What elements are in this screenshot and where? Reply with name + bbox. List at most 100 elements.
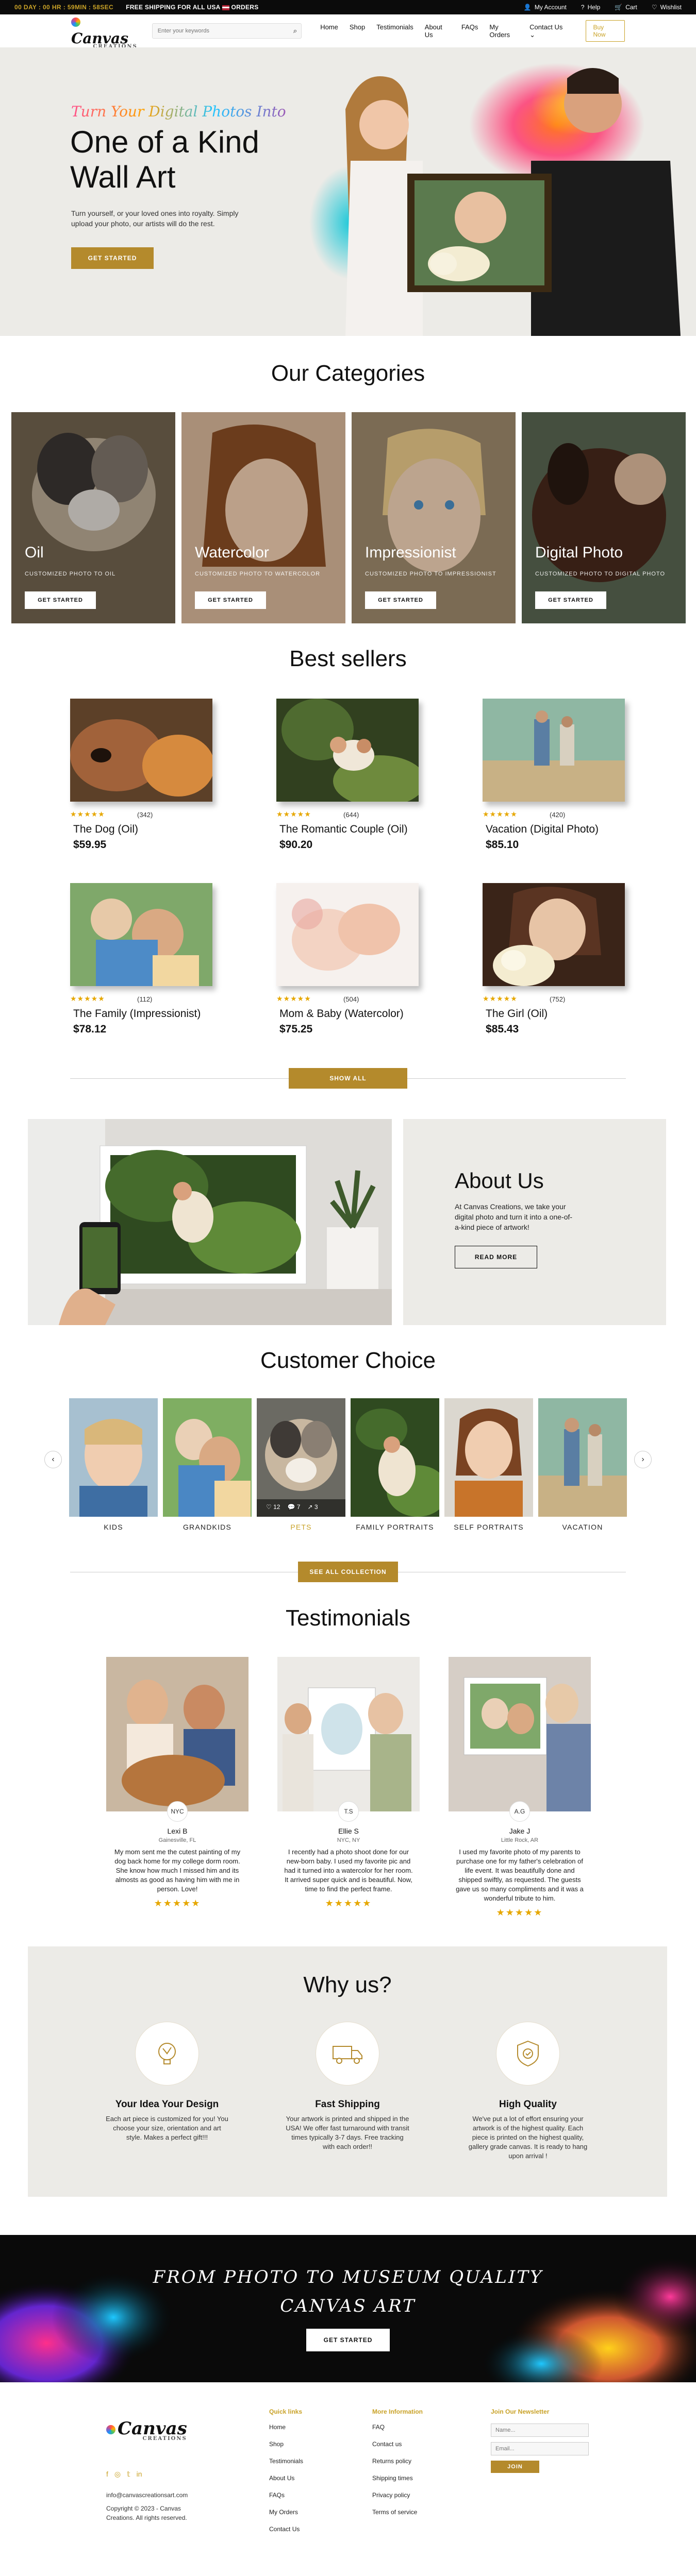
footer-logo[interactable]: Canvas CREATIONS bbox=[106, 2418, 187, 2442]
categories-title: Our Categories bbox=[271, 361, 425, 386]
category-impressionist-get-started-button[interactable]: GET STARTED bbox=[365, 591, 436, 609]
footer-link-faqs[interactable]: FAQs bbox=[269, 2492, 303, 2499]
twitter-icon[interactable]: 𝕥 bbox=[127, 2470, 130, 2479]
product-card[interactable]: ★★★★★ (112) The Family (Impressionist) $… bbox=[70, 883, 230, 1058]
us-flag-icon bbox=[222, 5, 229, 10]
newsletter-join-button[interactable]: JOIN bbox=[491, 2461, 539, 2473]
hero-script-heading: Turn Your Digital Photos Into bbox=[71, 103, 286, 120]
facebook-icon[interactable]: f bbox=[106, 2470, 108, 2479]
nav-my-orders[interactable]: My Orders bbox=[489, 23, 518, 39]
product-name[interactable]: Mom & Baby (Watercolor) bbox=[279, 1008, 404, 1020]
collection-item-vacation[interactable]: VACATION bbox=[538, 1398, 627, 1532]
footer-link-shop[interactable]: Shop bbox=[269, 2441, 303, 2448]
site-logo[interactable]: Canvas CREATIONS bbox=[71, 13, 138, 49]
product-card[interactable]: ★★★★★ (504) Mom & Baby (Watercolor) $75.… bbox=[276, 883, 436, 1058]
footer-link-shipping[interactable]: Shipping times bbox=[372, 2475, 423, 2482]
shares-value: 3 bbox=[314, 1503, 318, 1511]
collection-item-kids[interactable]: KIDS bbox=[69, 1398, 158, 1532]
footer-link-faq[interactable]: FAQ bbox=[372, 2424, 423, 2431]
newsletter-heading: Join Our Newsletter bbox=[491, 2408, 550, 2415]
collection-item-grandkids[interactable]: GRANDKIDS bbox=[163, 1398, 252, 1532]
family-portraits-image bbox=[351, 1398, 439, 1517]
chevron-left-icon: ‹ bbox=[52, 1455, 55, 1464]
footer-link-contact-us[interactable]: Contact Us bbox=[269, 2526, 303, 2533]
category-digital-photo-get-started-button[interactable]: GET STARTED bbox=[535, 591, 606, 609]
newsletter-name-input[interactable] bbox=[491, 2424, 589, 2437]
product-name[interactable]: Vacation (Digital Photo) bbox=[486, 823, 599, 836]
buy-now-button[interactable]: Buy Now bbox=[585, 20, 625, 42]
pets-image bbox=[257, 1398, 345, 1517]
instagram-icon[interactable]: ◎ bbox=[114, 2470, 121, 2479]
my-account-link[interactable]: 👤 My Account bbox=[524, 4, 567, 11]
help-link[interactable]: ? Help bbox=[581, 4, 600, 11]
category-card-watercolor[interactable]: Watercolor CUSTOMIZED PHOTO TO WATERCOLO… bbox=[181, 412, 345, 623]
wishlist-link[interactable]: ♡ Wishlist bbox=[652, 4, 682, 11]
review-count: (504) bbox=[343, 995, 359, 1003]
nav-contact-us[interactable]: Contact Us ⌄ bbox=[529, 23, 567, 39]
palette-logo-icon bbox=[106, 2425, 115, 2434]
product-name[interactable]: The Dog (Oil) bbox=[73, 823, 138, 836]
nav-shop[interactable]: Shop bbox=[350, 23, 365, 39]
heart-icon: ♡ bbox=[266, 1503, 272, 1511]
footer-link-contact[interactable]: Contact us bbox=[372, 2441, 423, 2448]
my-account-label: My Account bbox=[534, 4, 567, 11]
footer-email[interactable]: info@canvascreationsart.com bbox=[106, 2490, 199, 2500]
shipping-promo: FREE SHIPPING FOR ALL USA ORDERS bbox=[126, 4, 259, 11]
see-all-collection-button[interactable]: SEE ALL COLLECTION bbox=[298, 1562, 398, 1582]
footer-link-terms[interactable]: Terms of service bbox=[372, 2509, 423, 2516]
category-card-oil[interactable]: Oil CUSTOMIZED PHOTO TO OIL GET STARTED bbox=[11, 412, 175, 623]
category-oil-get-started-button[interactable]: GET STARTED bbox=[25, 591, 96, 609]
collection-item-family-portraits[interactable]: FAMILY PORTRAITS bbox=[351, 1398, 439, 1532]
nav-about-us[interactable]: About Us bbox=[425, 23, 450, 39]
collection-item-self-portraits[interactable]: SELF PORTRAITS bbox=[444, 1398, 533, 1532]
hero-get-started-button[interactable]: GET STARTED bbox=[71, 247, 154, 269]
banner-get-started-button[interactable]: GET STARTED bbox=[306, 2329, 390, 2351]
product-card[interactable]: ★★★★★ (342) The Dog (Oil) $59.95 bbox=[70, 699, 230, 874]
footer-link-returns[interactable]: Returns policy bbox=[372, 2458, 423, 2465]
nav-testimonials[interactable]: Testimonials bbox=[376, 23, 413, 39]
carousel-prev-button[interactable]: ‹ bbox=[44, 1451, 62, 1468]
testimonial-quote: I used my favorite photo of my parents t… bbox=[456, 1848, 584, 1902]
nav-home[interactable]: Home bbox=[320, 23, 338, 39]
testimonials-title: Testimonials bbox=[285, 1605, 411, 1631]
product-name[interactable]: The Family (Impressionist) bbox=[73, 1008, 201, 1020]
cart-link[interactable]: 🛒 Cart bbox=[615, 4, 637, 11]
footer-link-home[interactable]: Home bbox=[269, 2424, 303, 2431]
footer-link-privacy[interactable]: Privacy policy bbox=[372, 2492, 423, 2499]
product-name[interactable]: The Girl (Oil) bbox=[486, 1008, 548, 1020]
design-icon bbox=[135, 2022, 199, 2086]
product-card[interactable]: ★★★★★ (644) The Romantic Couple (Oil) $9… bbox=[276, 699, 436, 874]
banner-heading: FROM PHOTO TO MUSEUM QUALITY CANVAS ART bbox=[0, 2263, 696, 2320]
shipping-promo-text: FREE SHIPPING FOR ALL USA bbox=[126, 4, 221, 11]
newsletter-email-input[interactable] bbox=[491, 2442, 589, 2455]
product-card[interactable]: ★★★★★ (752) The Girl (Oil) $85.43 bbox=[483, 883, 642, 1058]
share-count[interactable]: ↗ 3 bbox=[307, 1503, 318, 1511]
why-us-title: Why us? bbox=[303, 1972, 392, 1997]
nav-faqs[interactable]: FAQs bbox=[461, 23, 478, 39]
category-card-impressionist[interactable]: Impressionist CUSTOMIZED PHOTO TO IMPRES… bbox=[352, 412, 516, 623]
search-input[interactable] bbox=[152, 24, 287, 38]
rating-stars: ★★★★★ bbox=[483, 994, 518, 1003]
category-card-digital-photo[interactable]: Digital Photo CUSTOMIZED PHOTO TO DIGITA… bbox=[522, 412, 686, 623]
footer-link-my-orders[interactable]: My Orders bbox=[269, 2509, 303, 2516]
like-count[interactable]: ♡ 12 bbox=[266, 1503, 280, 1511]
footer-link-testimonials[interactable]: Testimonials bbox=[269, 2458, 303, 2465]
read-more-button[interactable]: READ MORE bbox=[455, 1246, 537, 1268]
cart-icon: 🛒 bbox=[615, 4, 623, 11]
palette-logo-icon bbox=[71, 18, 80, 27]
why-item-quality: High Quality We've put a lot of effort e… bbox=[466, 2022, 590, 2161]
linkedin-icon[interactable]: in bbox=[137, 2470, 142, 2479]
product-card[interactable]: ★★★★★ (420) Vacation (Digital Photo) $85… bbox=[483, 699, 642, 874]
carousel-next-button[interactable]: › bbox=[634, 1451, 652, 1468]
category-watercolor-get-started-button[interactable]: GET STARTED bbox=[195, 591, 266, 609]
collection-item-pets[interactable]: ♡ 12 💬 7 ↗ 3 PETS bbox=[257, 1398, 345, 1532]
show-all-button[interactable]: SHOW ALL bbox=[289, 1068, 407, 1089]
comment-count[interactable]: 💬 7 bbox=[287, 1503, 300, 1511]
search-icon[interactable]: ⌕ bbox=[293, 27, 297, 35]
quick-links-column: Quick links Home Shop Testimonials About… bbox=[269, 2408, 303, 2543]
product-image-romantic-couple bbox=[276, 699, 419, 802]
footer-link-about-us[interactable]: About Us bbox=[269, 2475, 303, 2482]
search-box: ⌕ bbox=[152, 23, 302, 39]
product-name[interactable]: The Romantic Couple (Oil) bbox=[279, 823, 408, 836]
testimonial-photo bbox=[449, 1657, 591, 1811]
